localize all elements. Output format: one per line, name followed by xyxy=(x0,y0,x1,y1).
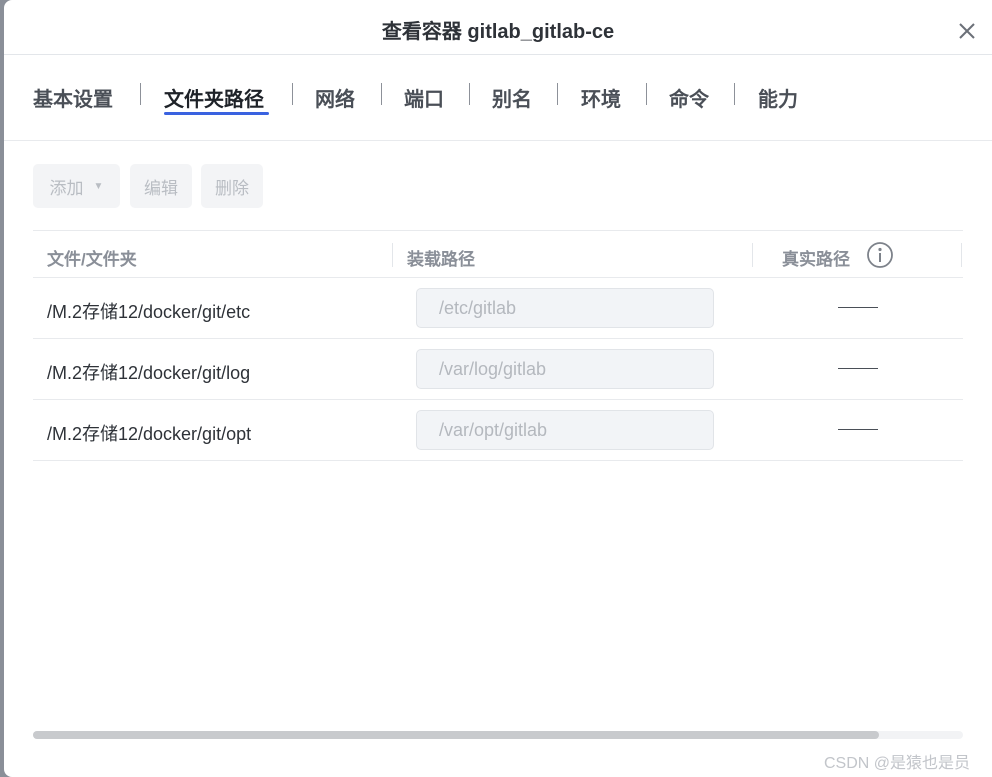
real-path-empty xyxy=(838,307,878,308)
tab-divider xyxy=(734,83,735,105)
tab-network[interactable]: 网络 xyxy=(315,83,355,112)
tab-basic-settings[interactable]: 基本设置 xyxy=(33,83,113,112)
watermark: CSDN @是猿也是员 xyxy=(824,755,971,772)
tab-ports[interactable]: 端口 xyxy=(404,83,444,112)
info-icon[interactable] xyxy=(866,241,894,269)
delete-button[interactable]: 删除 xyxy=(201,164,263,208)
tab-folder-paths[interactable]: 文件夹路径 xyxy=(164,83,264,112)
close-icon[interactable] xyxy=(956,20,978,42)
real-path-empty xyxy=(838,368,878,369)
table-row[interactable]: /M.2存储12/docker/git/log xyxy=(33,339,963,400)
mount-path-field[interactable] xyxy=(416,288,714,328)
column-divider[interactable] xyxy=(392,243,393,267)
add-button[interactable]: 添加 ▼ xyxy=(33,164,120,208)
tab-command[interactable]: 命令 xyxy=(669,83,709,112)
column-divider[interactable] xyxy=(961,243,962,267)
column-header-mount-path[interactable]: 装载路径 xyxy=(407,245,475,270)
table-row[interactable]: /M.2存储12/docker/git/etc xyxy=(33,278,963,339)
dialog-titlebar: 查看容器 gitlab_gitlab-ce xyxy=(4,0,992,55)
tab-divider xyxy=(140,83,141,105)
source-path: /M.2存储12/docker/git/opt xyxy=(47,424,252,444)
source-path: /M.2存储12/docker/git/log xyxy=(47,363,251,383)
tab-divider xyxy=(557,83,558,105)
edit-button[interactable]: 编辑 xyxy=(130,164,192,208)
tab-bar: 基本设置 文件夹路径 网络 端口 别名 环境 命令 能力 xyxy=(4,55,992,141)
horizontal-scrollbar[interactable] xyxy=(33,731,963,739)
tab-aliases[interactable]: 别名 xyxy=(492,83,532,112)
mount-path-field[interactable] xyxy=(416,410,714,450)
edit-button-label: 编辑 xyxy=(144,178,178,198)
dialog-title: 查看容器 gitlab_gitlab-ce xyxy=(381,21,615,43)
source-path: /M.2存储12/docker/git/etc xyxy=(47,302,251,322)
tab-divider xyxy=(469,83,470,105)
table-header: 文件/文件夹 装载路径 真实路径 xyxy=(33,231,963,278)
column-header-source[interactable]: 文件/文件夹 xyxy=(47,245,137,270)
table-row[interactable]: /M.2存储12/docker/git/opt xyxy=(33,400,963,461)
container-details-dialog: 查看容器 gitlab_gitlab-ce 基本设置 文件夹路径 网络 端口 别… xyxy=(4,0,992,777)
delete-button-label: 删除 xyxy=(215,178,249,198)
real-path-empty xyxy=(838,429,878,430)
tab-environment[interactable]: 环境 xyxy=(581,83,621,112)
tab-divider xyxy=(646,83,647,105)
column-header-real-path[interactable]: 真实路径 xyxy=(782,245,850,270)
active-tab-indicator xyxy=(164,112,269,115)
tab-capabilities[interactable]: 能力 xyxy=(758,83,798,112)
volume-table: 文件/文件夹 装载路径 真实路径 /M.2存储12/docker/git/etc… xyxy=(33,230,963,461)
column-divider[interactable] xyxy=(752,243,753,267)
tab-divider xyxy=(292,83,293,105)
tab-divider xyxy=(381,83,382,105)
add-button-label: 添加 xyxy=(49,178,84,198)
mount-path-field[interactable] xyxy=(416,349,714,389)
caret-down-icon: ▼ xyxy=(93,180,104,192)
scrollbar-thumb[interactable] xyxy=(33,731,880,739)
